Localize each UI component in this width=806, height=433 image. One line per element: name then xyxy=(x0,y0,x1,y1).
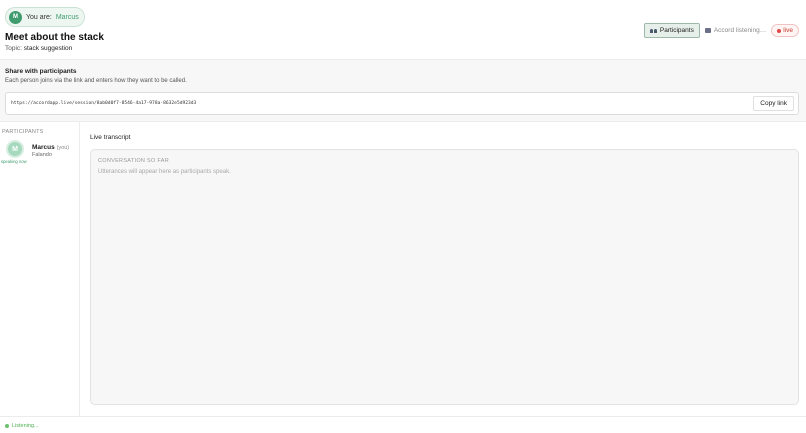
live-label: live xyxy=(783,27,793,34)
participant-name-text: Marcus xyxy=(32,144,55,151)
topic-label: Topic: xyxy=(5,45,22,52)
participants-sidebar: PARTICIPANTS M speaking now Marcus (you)… xyxy=(0,122,80,416)
conversation-label: CONVERSATION SO FAR xyxy=(98,158,169,164)
share-description: Each person joins via the link and enter… xyxy=(5,78,187,84)
current-user-pill: M You are: Marcus xyxy=(5,7,85,27)
status-dot-icon xyxy=(5,424,9,428)
participants-label: PARTICIPANTS xyxy=(2,129,44,135)
share-section: Share with participants Each person join… xyxy=(0,59,806,122)
share-title: Share with participants xyxy=(5,68,77,75)
conversation-panel[interactable]: CONVERSATION SO FAR Utterances will appe… xyxy=(90,149,799,405)
user-avatar: M xyxy=(9,10,22,24)
session-link[interactable]: https://accordapp.live/session/8ab0d0f7-… xyxy=(11,101,196,106)
you-are-label: You are: xyxy=(26,13,52,21)
footer-status-label: Listening... xyxy=(12,423,39,429)
participant-name: Marcus (you) xyxy=(32,144,69,151)
you-are-name: Marcus xyxy=(55,13,79,21)
page-title: Meet about the stack xyxy=(5,32,104,43)
live-dot-icon xyxy=(777,28,782,33)
footer-status: Listening... xyxy=(5,423,39,429)
listening-label: Accord listening… xyxy=(713,27,767,34)
participants-button-label: Participants xyxy=(659,27,694,34)
live-badge: live xyxy=(771,24,799,37)
transcript-area: Live transcript CONVERSATION SO FAR Utte… xyxy=(80,122,806,416)
session-link-box: https://accordapp.live/session/8ab0d0f7-… xyxy=(5,92,799,115)
topic-value: stack suggestion xyxy=(23,45,73,52)
participants-button[interactable]: Participants xyxy=(643,23,700,38)
status-bar: Listening... xyxy=(0,416,806,433)
participant-status: Falando xyxy=(32,152,52,158)
topic-line: Topic: stack suggestion xyxy=(5,45,72,52)
speaking-indicator: speaking now xyxy=(1,159,27,164)
participant-avatar: M xyxy=(6,140,24,158)
copy-link-button[interactable]: Copy link xyxy=(753,96,794,111)
robot-icon xyxy=(704,28,711,33)
people-icon xyxy=(649,28,657,33)
conversation-empty-text: Utterances will appear here as participa… xyxy=(98,169,231,175)
participant-you-tag: (you) xyxy=(56,145,70,151)
session-header: M You are: Marcus Meet about the stack T… xyxy=(0,0,806,59)
listening-indicator: Accord listening… xyxy=(704,27,767,34)
header-actions: Participants Accord listening… live xyxy=(643,23,799,38)
transcript-title: Live transcript xyxy=(90,134,131,141)
